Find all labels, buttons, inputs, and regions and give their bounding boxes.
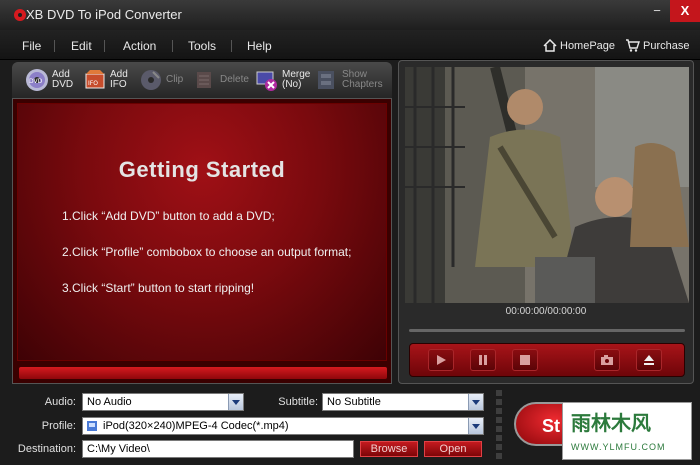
menu-file[interactable]: File [22, 39, 41, 53]
ifo-file-icon: IFO [82, 67, 108, 93]
step-1-text: 1.Click “Add DVD” button to add a DVD; [62, 209, 275, 223]
progress-bar [19, 367, 387, 379]
snapshot-button[interactable] [594, 349, 620, 371]
toolbar: DVD Add DVD IFO Add IFO Clip Delete Merg… [12, 62, 392, 98]
svg-text:IFO: IFO [88, 80, 98, 87]
audio-value: No Audio [87, 396, 132, 408]
file-list-panel[interactable]: Getting Started 1.Click “Add DVD” button… [12, 98, 392, 384]
merge-icon [254, 67, 280, 93]
getting-started-title: Getting Started [118, 157, 286, 182]
merge-button[interactable]: Merge (No) [254, 65, 310, 95]
subtitle-label: Subtitle: [278, 396, 318, 408]
window-title: XB DVD To iPod Converter [26, 7, 182, 22]
add-dvd-button[interactable]: DVD Add DVD [24, 65, 73, 95]
menu-separator [231, 40, 232, 52]
show-chapters-button[interactable]: Show Chapters [314, 65, 383, 95]
chevron-down-icon [472, 423, 480, 429]
close-button[interactable]: X [670, 0, 700, 22]
menu-separator [104, 40, 105, 52]
purchase-link[interactable]: Purchase [625, 39, 689, 52]
audio-select[interactable]: No Audio [82, 393, 244, 411]
svg-text:DVD: DVD [29, 78, 43, 85]
menu-tools[interactable]: Tools [188, 39, 216, 53]
watermark-logo: 雨林木风 WWW.YLMFU.COM [562, 402, 692, 460]
stop-button[interactable] [512, 349, 538, 371]
audio-label: Audio: [44, 396, 76, 408]
homepage-link[interactable]: HomePage [543, 39, 615, 52]
clip-label: Clip [166, 74, 184, 85]
chevron-down-icon [472, 399, 480, 405]
app-window: XB DVD To iPod Converter − X File Edit A… [0, 0, 700, 465]
step-3-text: 3.Click “Start” button to start ripping! [62, 281, 255, 295]
menu-bar: File Edit Action Tools Help HomePage Pur… [0, 30, 700, 60]
getting-started-box: Getting Started 1.Click “Add DVD” button… [17, 103, 387, 361]
camera-icon [601, 355, 613, 365]
menu-edit[interactable]: Edit [71, 39, 92, 53]
destination-input[interactable]: C:\My Video\ [82, 440, 354, 458]
delete-label: Delete [220, 74, 249, 85]
chevron-down-icon [232, 399, 240, 405]
pause-icon [479, 355, 487, 365]
clip-icon [138, 67, 164, 93]
subtitle-select[interactable]: No Subtitle [322, 393, 484, 411]
menu-separator [54, 40, 55, 52]
preview-panel: 00:00:00/00:00:00 [398, 60, 694, 384]
watermark-text: 雨林木风 [571, 411, 651, 435]
profile-value: iPod(320×240)MPEG-4 Codec(*.mp4) [103, 420, 289, 432]
minimize-button[interactable]: − [642, 0, 672, 22]
menu-help[interactable]: Help [247, 39, 272, 53]
browse-button[interactable]: Browse [360, 441, 418, 457]
profile-label: Profile: [41, 420, 76, 432]
subtitle-dropdown-button[interactable] [468, 394, 483, 410]
dvd-disc-icon: DVD [24, 67, 50, 93]
subtitle-value: No Subtitle [327, 396, 381, 408]
video-frame-image [405, 67, 689, 303]
seek-slider[interactable] [409, 329, 685, 332]
clip-button[interactable]: Clip [138, 65, 183, 95]
add-dvd-label: Add DVD [52, 69, 74, 90]
menu-separator [172, 40, 173, 52]
homepage-label: HomePage [560, 39, 616, 52]
watermark-url: WWW.YLMFU.COM [571, 442, 666, 452]
pause-button[interactable] [470, 349, 496, 371]
merge-label: Merge (No) [282, 69, 311, 90]
video-preview [405, 67, 689, 303]
profile-dropdown-button[interactable] [468, 418, 483, 434]
step-2-text: 2.Click “Profile” combobox to choose an … [62, 245, 352, 259]
eject-icon [644, 355, 654, 365]
chapters-icon [314, 67, 340, 93]
playback-controls [409, 343, 685, 377]
purchase-label: Purchase [643, 39, 690, 52]
eject-button[interactable] [636, 349, 662, 371]
menu-action[interactable]: Action [123, 39, 156, 53]
title-bar: XB DVD To iPod Converter − X [0, 0, 700, 30]
divider-dots [496, 390, 502, 460]
play-button[interactable] [428, 349, 454, 371]
audio-dropdown-button[interactable] [228, 394, 243, 410]
add-ifo-button[interactable]: IFO Add IFO [82, 65, 128, 95]
open-button[interactable]: Open [424, 441, 482, 457]
time-display: 00:00:00/00:00:00 [505, 306, 587, 317]
start-label: St [542, 416, 560, 436]
stop-icon [520, 355, 530, 365]
home-icon [543, 39, 557, 52]
destination-label: Destination: [17, 443, 76, 455]
add-ifo-label: Add IFO [110, 69, 128, 90]
delete-icon [192, 67, 218, 93]
cart-icon [626, 39, 640, 52]
show-chapters-label: Show Chapters [342, 69, 383, 90]
play-icon [437, 355, 446, 365]
profile-select[interactable]: iPod(320×240)MPEG-4 Codec(*.mp4) [82, 417, 484, 435]
delete-button[interactable]: Delete [192, 65, 249, 95]
ipod-icon [87, 421, 97, 431]
destination-value: C:\My Video\ [87, 443, 150, 455]
